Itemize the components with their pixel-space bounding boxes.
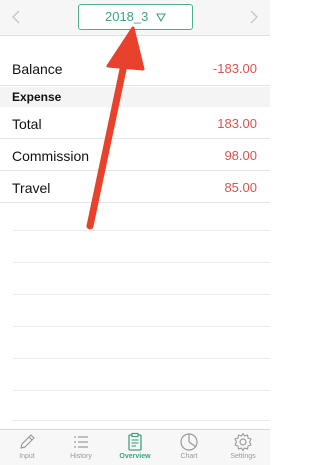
list-divider [12,230,270,231]
tab-label: Chart [180,453,198,460]
tab-settings[interactable]: Settings [216,432,270,465]
list-divider [12,326,270,327]
list-divider [12,262,270,263]
expense-row-value: 183.00 [217,116,257,131]
expense-row-value: 98.00 [224,148,257,163]
expense-section-label: Expense [12,90,62,104]
expense-row-travel[interactable]: Travel 85.00 [0,171,270,203]
tab-label: History [70,453,92,460]
expense-row-label: Total [12,116,42,132]
tab-history[interactable]: History [54,432,108,465]
period-label: 2018_3 [104,9,149,24]
bottom-tab-bar: Input History Overview Chart Settings [0,429,270,465]
list-divider [12,294,270,295]
tab-input[interactable]: Input [0,432,54,465]
period-selector-button[interactable]: 2018_3 [78,4,193,30]
balance-label: Balance [12,61,63,77]
pie-chart-icon [180,433,198,451]
balance-row[interactable]: Balance -183.00 [0,50,270,86]
chevron-right-icon[interactable] [247,9,261,25]
tab-label: Input [19,453,35,460]
triangle-down-icon [156,13,166,23]
expense-row-label: Commission [12,148,90,164]
list-divider [12,390,270,391]
gear-icon [234,432,252,452]
expense-section-header: Expense [0,87,270,107]
tab-chart[interactable]: Chart [162,432,216,465]
balance-value: -183.00 [212,61,257,76]
tab-label: Settings [230,453,256,460]
expense-row-commission[interactable]: Commission 98.00 [0,139,270,171]
list-divider [12,420,270,421]
list-icon [74,436,88,448]
top-bar: 2018_3 [0,0,270,36]
expense-row-label: Travel [12,180,51,196]
tab-overview[interactable]: Overview [108,432,162,465]
pencil-icon [20,434,35,449]
clipboard-icon [128,432,142,451]
expense-row-value: 85.00 [224,180,257,195]
chevron-left-icon[interactable] [9,9,23,25]
expense-row-total[interactable]: Total 183.00 [0,107,270,139]
list-divider [12,358,270,359]
tab-label: Overview [119,453,151,460]
